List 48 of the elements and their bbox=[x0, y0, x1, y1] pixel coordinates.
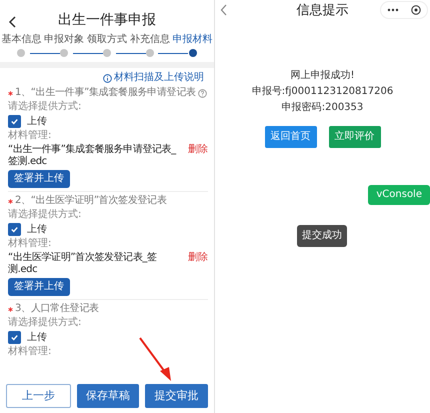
check-icon bbox=[10, 333, 19, 342]
page-title: 出生一件事申报 bbox=[58, 12, 156, 28]
check-icon bbox=[10, 225, 19, 234]
delete-link[interactable]: 删除 bbox=[188, 252, 208, 264]
step-label: 领取方式 bbox=[86, 34, 127, 46]
info-field: 申报密码:200353 bbox=[282, 102, 364, 114]
info-field: 申报号:fj0001123120817206 bbox=[252, 86, 394, 98]
check-icon bbox=[10, 117, 19, 126]
step-label: 基本信息 bbox=[1, 34, 42, 46]
more-icon[interactable] bbox=[387, 8, 399, 12]
method-label: 请选择提供方式: bbox=[8, 209, 82, 221]
files-label: 材料管理: bbox=[8, 238, 52, 250]
toast-message: 提交成功 bbox=[297, 225, 347, 247]
sign-upload-button[interactable]: 签署并上传 bbox=[8, 170, 70, 188]
upload-checkbox[interactable] bbox=[8, 223, 21, 236]
close-icon[interactable] bbox=[411, 5, 421, 15]
option-label: 上传 bbox=[27, 116, 47, 128]
step-label: 申报材料 bbox=[172, 34, 213, 46]
footer-button[interactable]: 提交审批 bbox=[145, 384, 208, 408]
step-label: 补充信息 bbox=[130, 34, 170, 46]
file-name[interactable]: “出生一件事”集成套餐服务申请登记表_签测.edc bbox=[8, 144, 182, 168]
files-label: 材料管理: bbox=[8, 346, 52, 358]
vconsole-button[interactable]: vConsole bbox=[368, 185, 430, 205]
option-label: 上传 bbox=[27, 332, 47, 344]
file-name[interactable]: “出生医学证明”首次签发登记表_签测.edc bbox=[8, 252, 182, 276]
upload-checkbox[interactable] bbox=[8, 331, 21, 344]
files-label: 材料管理: bbox=[8, 130, 52, 142]
step-label: 申报对象 bbox=[44, 34, 84, 46]
upload-checkbox[interactable] bbox=[8, 115, 21, 128]
sign-upload-button[interactable]: 签署并上传 bbox=[8, 278, 70, 296]
help-link[interactable]: 材料扫描及上传说明 bbox=[103, 72, 204, 84]
help-icon[interactable] bbox=[198, 88, 207, 98]
method-label: 请选择提供方式: bbox=[8, 317, 82, 329]
method-label: 请选择提供方式: bbox=[8, 101, 82, 113]
footer-button[interactable]: 上一步 bbox=[6, 384, 71, 408]
arrow-drawing bbox=[138, 336, 174, 382]
action-button[interactable]: 返回首页 bbox=[264, 126, 316, 148]
footer-button[interactable]: 保存草稿 bbox=[76, 384, 140, 408]
item-title: 3、人口常住登记表 bbox=[15, 303, 99, 315]
option-label: 上传 bbox=[27, 224, 47, 236]
back-icon[interactable] bbox=[8, 16, 18, 28]
info-icon bbox=[103, 74, 112, 82]
item-title: 2、“出生医学证明”首次签发登记表 bbox=[15, 195, 167, 207]
delete-link[interactable]: 删除 bbox=[188, 144, 208, 156]
item-title: 1、“出生一件事”集成套餐服务申请登记表 bbox=[15, 87, 196, 99]
success-message: 网上申报成功! bbox=[290, 70, 354, 82]
action-button[interactable]: 立即评价 bbox=[328, 126, 380, 148]
page-title: 信息提示 bbox=[296, 3, 348, 19]
